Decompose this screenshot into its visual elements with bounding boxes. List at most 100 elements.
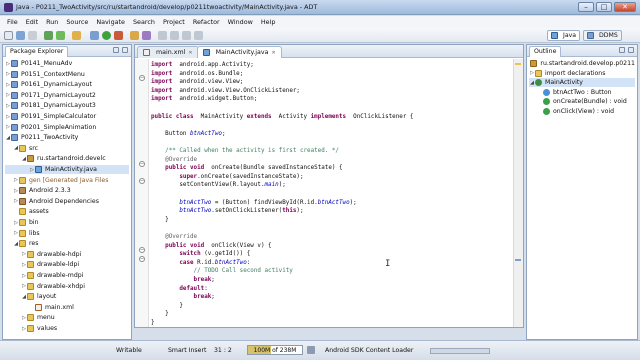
- menu-edit[interactable]: Edit: [22, 18, 42, 26]
- project-item[interactable]: ▷ P0151_ContextMenu: [5, 70, 129, 79]
- outline-tab[interactable]: Outline: [529, 46, 562, 57]
- code-token: MainActivity: [193, 113, 247, 120]
- project-item[interactable]: ▷ P0181_DynamicLayout3: [5, 101, 129, 110]
- tree-item[interactable]: ▷ Android 2.3.3: [5, 186, 129, 195]
- package-explorer-tab[interactable]: Package Explorer: [5, 46, 69, 57]
- fold-toggle-icon[interactable]: −: [139, 255, 145, 262]
- tree-item[interactable]: onClick(View) : void: [529, 107, 635, 116]
- close-tab-icon[interactable]: ✕: [271, 50, 275, 56]
- tree-item[interactable]: ▷ MainActivity.java: [5, 165, 129, 174]
- menu-source[interactable]: Source: [62, 18, 92, 26]
- previous-annotation-icon[interactable]: [170, 31, 179, 40]
- tree-item-label: P0181_DynamicLayout3: [21, 102, 96, 110]
- tree-item[interactable]: ▷ libs: [5, 229, 129, 238]
- tree-item[interactable]: assets: [5, 207, 129, 216]
- tree-item[interactable]: ▷ drawable-xhdpi: [5, 282, 129, 291]
- tree-item-label: P0161_DynamicLayout: [21, 81, 92, 89]
- tree-item[interactable]: ◢ MainActivity: [529, 78, 635, 87]
- menu-file[interactable]: File: [3, 18, 22, 26]
- code-token: import: [151, 96, 173, 103]
- maximize-view-icon[interactable]: [122, 47, 128, 53]
- code-token: import: [151, 79, 173, 86]
- cursor-position-status: 31 : 2: [214, 347, 232, 354]
- project-item[interactable]: ▷ P0161_DynamicLayout: [5, 80, 129, 89]
- code-area[interactable]: import android.app.Activity; import andro…: [151, 61, 513, 327]
- minimize-button[interactable]: –: [578, 2, 594, 12]
- debug-icon[interactable]: [90, 31, 99, 40]
- forward-icon[interactable]: [194, 31, 203, 40]
- tab-main-xml[interactable]: main.xml ✕: [137, 46, 199, 58]
- fold-toggle-icon[interactable]: −: [139, 178, 145, 185]
- warning-marker[interactable]: [515, 63, 521, 65]
- project-item[interactable]: ▷ P0171_DynamicLayout2: [5, 91, 129, 100]
- tree-item-label: btnActTwo : Button: [553, 88, 612, 96]
- tree-item-label: import declarations: [545, 69, 606, 77]
- fold-toggle-icon[interactable]: −: [139, 161, 145, 167]
- search-icon[interactable]: [142, 31, 151, 40]
- minimize-view-icon[interactable]: [113, 47, 119, 53]
- heap-status[interactable]: 100M of 238M: [247, 345, 303, 355]
- tree-item[interactable]: ▷ Android Dependencies: [5, 197, 129, 206]
- tree-item[interactable]: ◢ res: [5, 239, 129, 248]
- project-item[interactable]: ▷ P0191_SimpleCalculator: [5, 112, 129, 121]
- java-perspective-button[interactable]: Java: [547, 30, 581, 41]
- maximize-view-icon[interactable]: [628, 47, 634, 53]
- tree-item[interactable]: ▷ drawable-mdpi: [5, 271, 129, 280]
- close-button[interactable]: ✕: [614, 2, 636, 12]
- menu-project[interactable]: Project: [159, 18, 189, 26]
- editor-vertical-scrollbar[interactable]: [513, 59, 523, 327]
- tree-item[interactable]: ◢ ru.startandroid.develc: [5, 154, 129, 163]
- tree-item[interactable]: ◢ layout: [5, 292, 129, 301]
- next-annotation-icon[interactable]: [158, 31, 167, 40]
- tree-item[interactable]: ▷ bin: [5, 218, 129, 227]
- tree-item[interactable]: ▷ menu: [5, 313, 129, 322]
- tree-item[interactable]: btnActTwo : Button: [529, 88, 635, 97]
- android-sdk-manager-icon[interactable]: [44, 31, 53, 40]
- code-token: :: [246, 259, 251, 266]
- new-icon[interactable]: [4, 31, 13, 40]
- outline-tree: ru.startandroid.develop.p0211 ▷ import dec…: [529, 59, 635, 337]
- print-icon[interactable]: [28, 31, 37, 40]
- tab-mainactivity-java[interactable]: MainActivity.java ✕: [196, 46, 282, 58]
- code-token: import: [151, 70, 173, 77]
- project-item[interactable]: ▷ P0141_MenuAdv: [5, 59, 129, 68]
- tree-item-label: P0151_ContextMenu: [21, 70, 85, 78]
- fold-toggle-icon[interactable]: −: [139, 247, 145, 253]
- open-type-icon[interactable]: [130, 31, 139, 40]
- avd-manager-icon[interactable]: [56, 31, 65, 40]
- save-icon[interactable]: [16, 31, 25, 40]
- tree-item[interactable]: ▷ drawable-ldpi: [5, 260, 129, 269]
- tree-item[interactable]: ▷ drawable-hdpi: [5, 250, 129, 259]
- code-line: }: [151, 302, 183, 310]
- maximize-button[interactable]: □: [596, 2, 612, 12]
- back-icon[interactable]: [182, 31, 191, 40]
- ddms-perspective-button[interactable]: DDMS: [583, 30, 622, 41]
- tree-item[interactable]: ◢ src: [5, 144, 129, 153]
- project-item[interactable]: ◢ P0211_TwoActivity: [5, 133, 129, 142]
- menu-run[interactable]: Run: [42, 18, 62, 26]
- menu-refactor[interactable]: Refactor: [189, 18, 224, 26]
- task-marker[interactable]: [515, 259, 521, 261]
- minimize-view-icon[interactable]: [619, 47, 625, 53]
- run-icon[interactable]: [102, 31, 111, 40]
- menu-navigate[interactable]: Navigate: [92, 18, 129, 26]
- new-android-project-icon[interactable]: [72, 31, 81, 40]
- code-token: break: [151, 277, 212, 283]
- menu-search[interactable]: Search: [129, 18, 159, 26]
- tree-item[interactable]: ▷ values: [5, 324, 129, 333]
- tree-item[interactable]: ▷ gen [Generated Java Files: [5, 176, 129, 185]
- tree-item[interactable]: ▷ import declarations: [529, 69, 635, 78]
- code-token: this: [282, 208, 297, 215]
- code-token: btnActTwo: [190, 130, 222, 137]
- tree-item[interactable]: main.xml: [5, 303, 129, 312]
- garbage-collect-icon[interactable]: [307, 346, 315, 354]
- code-token: extends: [246, 113, 272, 120]
- project-item[interactable]: ▷ P0201_SimpleAnimation: [5, 123, 129, 132]
- close-tab-icon[interactable]: ✕: [188, 50, 192, 56]
- tree-item[interactable]: onCreate(Bundle) : void: [529, 97, 635, 106]
- fold-toggle-icon[interactable]: −: [139, 75, 145, 81]
- menu-help[interactable]: Help: [257, 18, 280, 26]
- tree-item[interactable]: ru.startandroid.develop.p0211: [529, 59, 635, 68]
- menu-window[interactable]: Window: [224, 18, 257, 26]
- external-tools-icon[interactable]: [114, 31, 123, 40]
